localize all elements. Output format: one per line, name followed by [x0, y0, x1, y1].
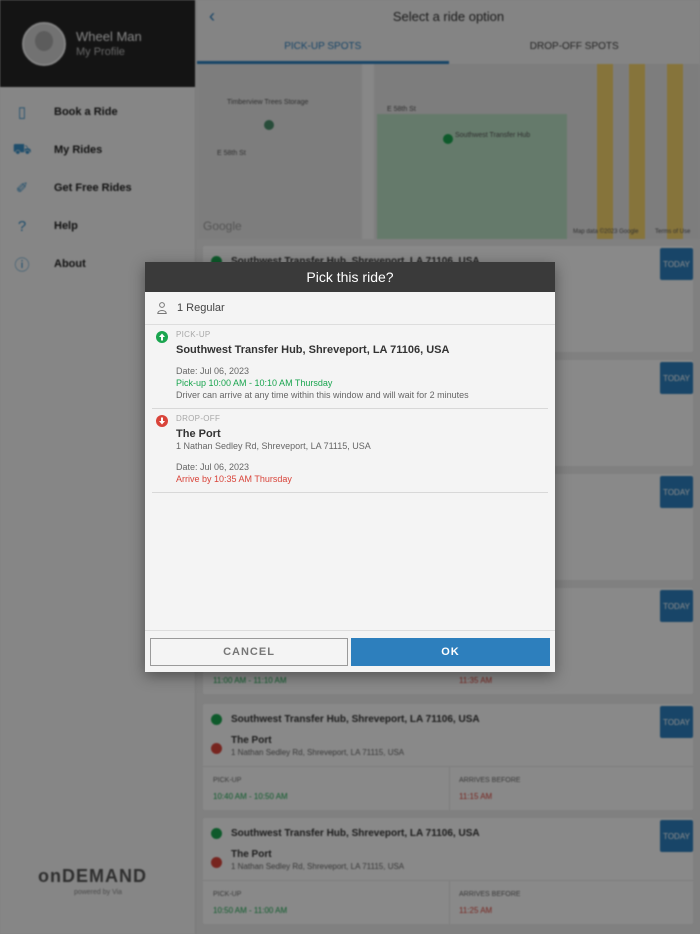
- dropoff-time: Arrive by 10:35 AM Thursday: [176, 474, 292, 484]
- pickup-section: PICK-UP Southwest Transfer Hub, Shrevepo…: [152, 325, 548, 409]
- pickup-time: Pick-up 10:00 AM - 10:10 AM Thursday: [176, 378, 333, 388]
- dropoff-date: Date: Jul 06, 2023: [176, 462, 250, 472]
- dialog-title: Pick this ride?: [145, 262, 555, 292]
- dropoff-address: 1 Nathan Sedley Rd, Shreveport, LA 71115…: [176, 441, 371, 451]
- passenger-row: 1 Regular: [145, 292, 555, 325]
- person-icon: [157, 302, 167, 314]
- dropoff-section: DROP-OFF The Port 1 Nathan Sedley Rd, Sh…: [152, 409, 548, 493]
- confirm-ride-dialog: Pick this ride? 1 Regular PICK-UP Southw…: [145, 262, 555, 672]
- pickup-date: Date: Jul 06, 2023: [176, 366, 250, 376]
- pickup-place: Southwest Transfer Hub, Shreveport, LA 7…: [176, 344, 450, 356]
- dropoff-arrow-icon: [156, 415, 168, 427]
- pickup-note: Driver can arrive at any time within thi…: [176, 390, 469, 400]
- dropoff-place: The Port: [176, 428, 221, 440]
- ok-button[interactable]: OK: [351, 637, 550, 666]
- pickup-arrow-icon: [156, 331, 168, 343]
- cancel-button[interactable]: CANCEL: [150, 637, 348, 666]
- pickup-label: PICK-UP: [176, 330, 211, 339]
- dropoff-label: DROP-OFF: [176, 414, 221, 423]
- passenger-count: 1 Regular: [177, 302, 225, 314]
- dialog-footer: CANCEL OK: [145, 630, 555, 672]
